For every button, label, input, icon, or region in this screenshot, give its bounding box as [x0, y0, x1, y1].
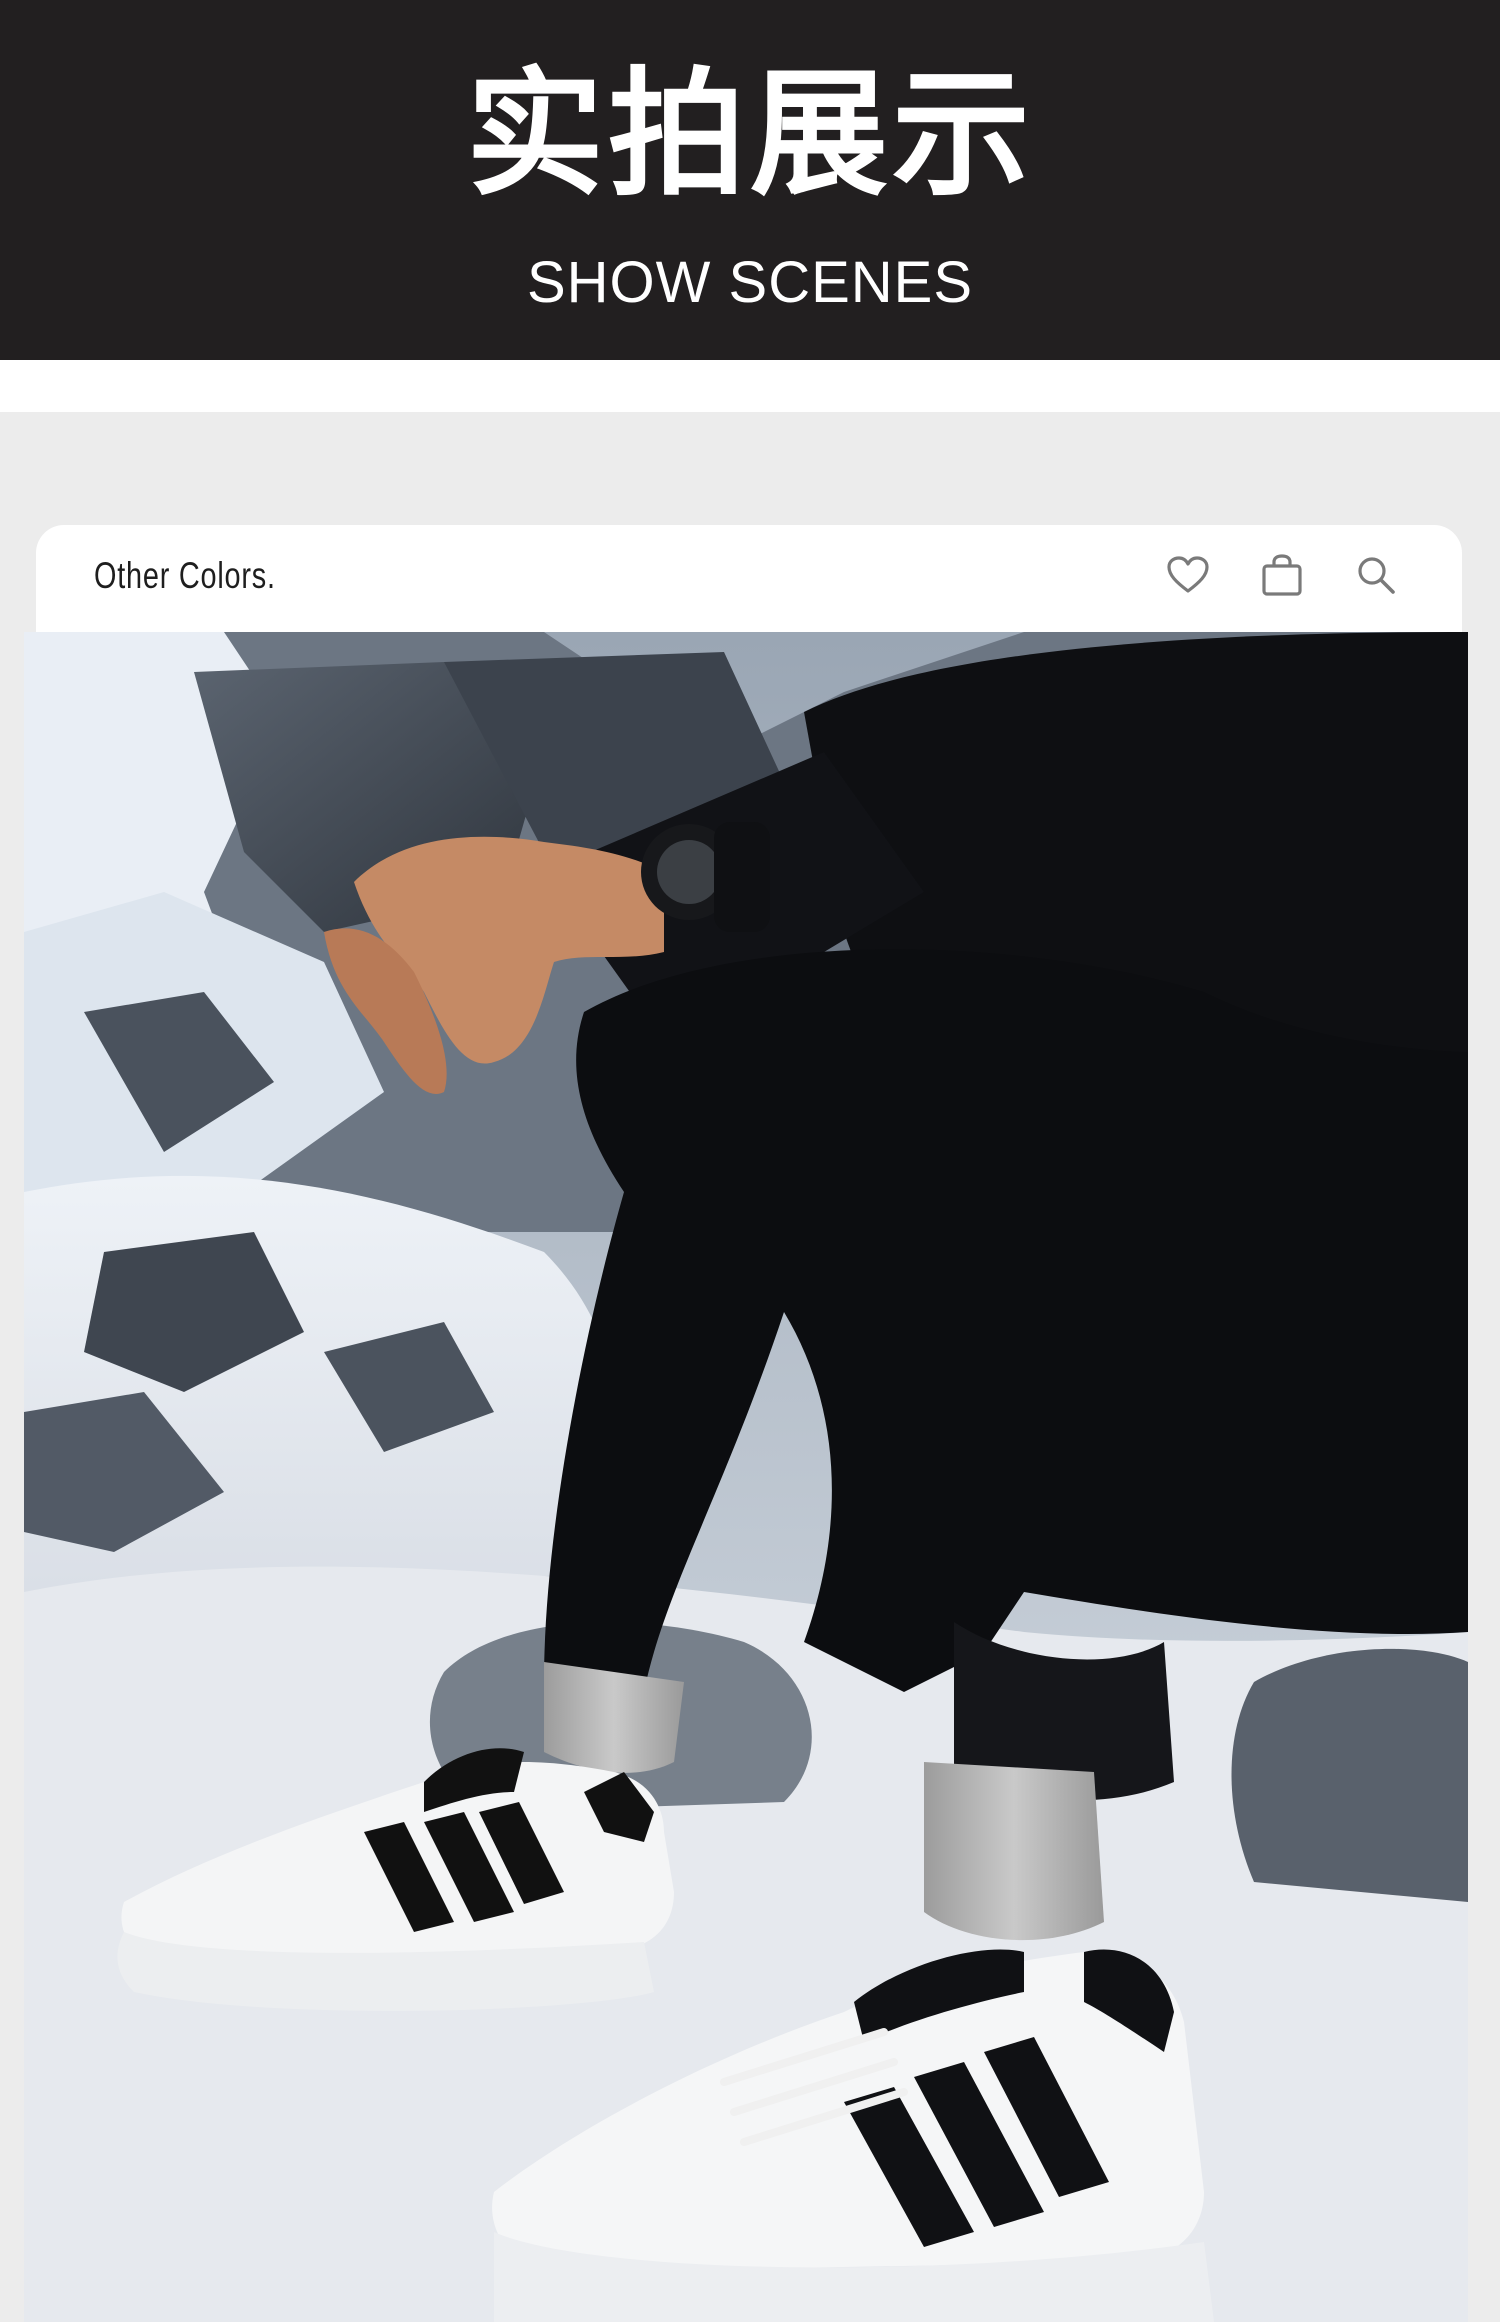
page-subtitle: SHOW SCENES — [526, 250, 974, 315]
heart-icon[interactable] — [1158, 545, 1218, 605]
page-title: 实拍展示 — [465, 54, 1034, 215]
page-header: 实拍展示 SHOW SCENES — [0, 0, 1500, 360]
divider — [0, 360, 1500, 412]
search-icon[interactable] — [1346, 545, 1406, 605]
product-photo — [24, 632, 1468, 2322]
product-card-header: Other Colors. — [36, 525, 1462, 635]
other-colors-label: Other Colors. — [94, 555, 276, 596]
shopping-bag-icon[interactable] — [1252, 545, 1312, 605]
